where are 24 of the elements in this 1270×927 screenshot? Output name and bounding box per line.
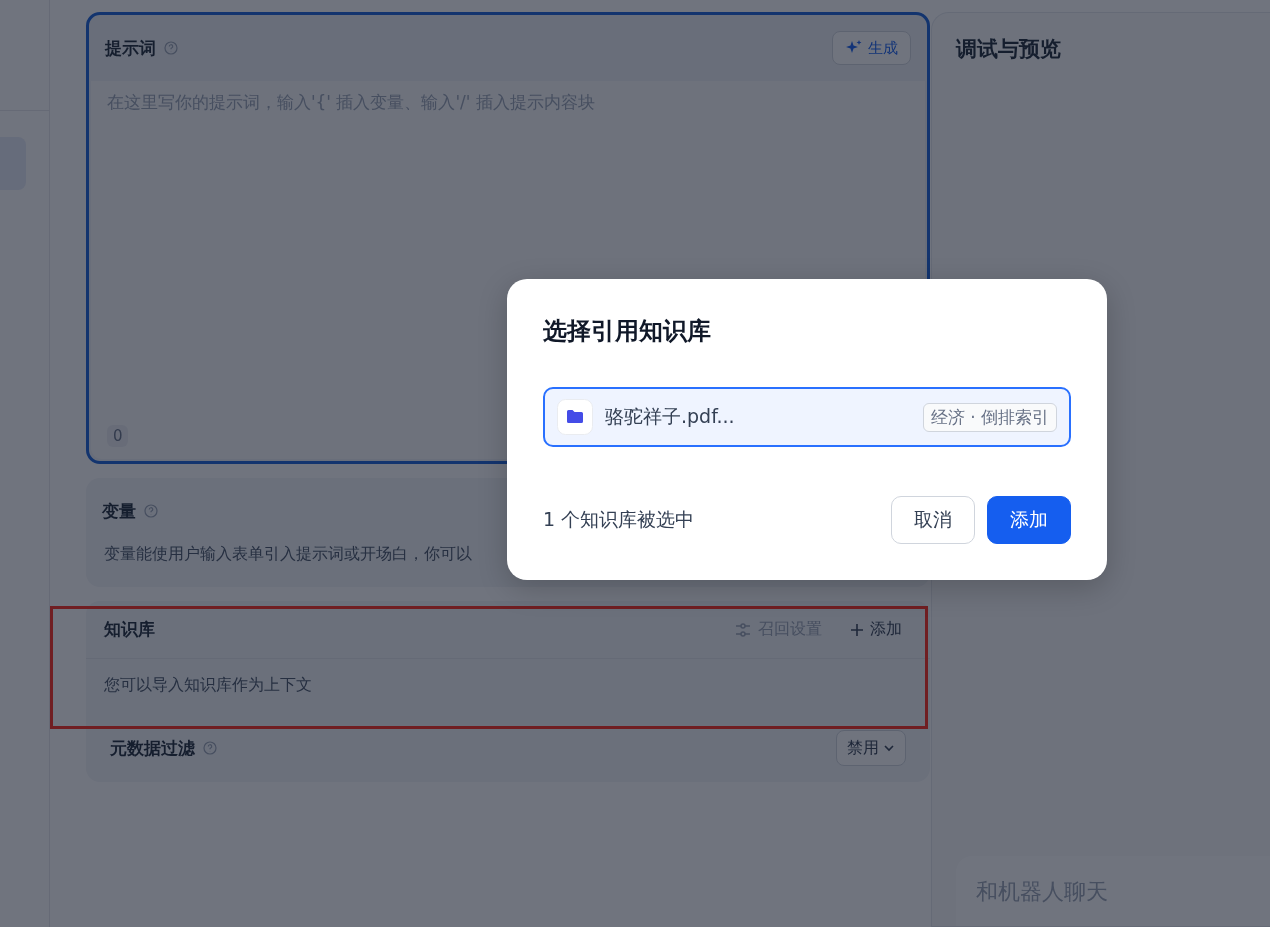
metadata-filter-dropdown[interactable]: 禁用 [835, 730, 906, 766]
knowledge-description: 您可以导入知识库作为上下文 [102, 674, 313, 696]
help-icon [163, 41, 178, 55]
chevron-down-icon [882, 742, 895, 754]
knowledge-title: 知识库 [103, 618, 155, 641]
folder-icon [557, 399, 593, 435]
variables-title: 变量 [101, 499, 136, 523]
settings-icon [733, 620, 752, 639]
preview-title: 调试与预览 [956, 36, 1062, 63]
dataset-item[interactable]: 骆驼祥子.pdf... 经济 · 倒排索引 [543, 387, 1071, 447]
add-knowledge-button[interactable]: 添加 [839, 615, 912, 644]
selection-count: 1 个知识库被选中 [543, 507, 696, 532]
dataset-tag: 经济 · 倒排索引 [922, 402, 1057, 432]
metadata-filter-title: 元数据过滤 [109, 736, 195, 760]
cancel-button[interactable]: 取消 [891, 496, 975, 544]
dataset-name: 骆驼祥子.pdf... [605, 404, 736, 429]
confirm-button[interactable]: 添加 [987, 496, 1071, 544]
help-icon [202, 741, 217, 755]
variables-description: 变量能使用户输入表单引入提示词或开场白，你可以 [102, 544, 473, 565]
dialog-title: 选择引用知识库 [543, 316, 712, 347]
prompt-title: 提示词 [104, 36, 156, 60]
plus-icon [849, 622, 864, 637]
help-icon [143, 504, 158, 518]
generate-button[interactable]: 生成 [831, 31, 911, 65]
